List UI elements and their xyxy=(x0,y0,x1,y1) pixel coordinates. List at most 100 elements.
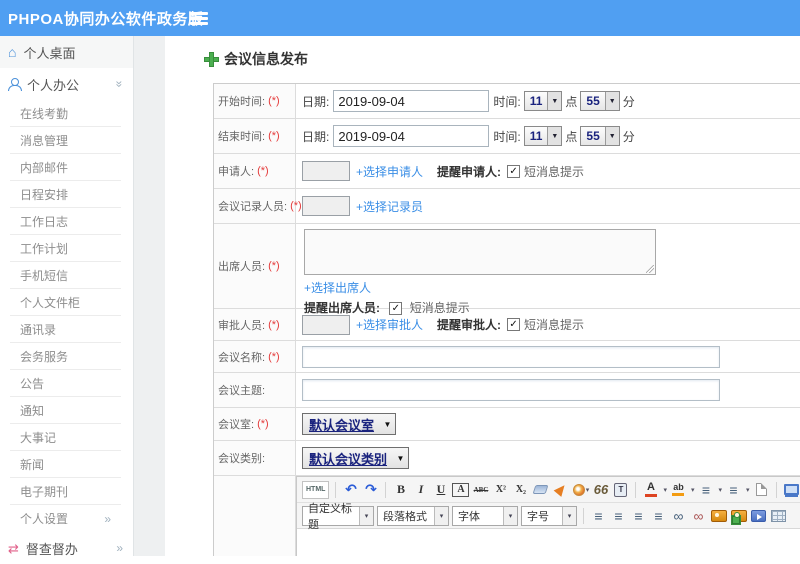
sidebar-item-schedule[interactable]: 日程安排 xyxy=(0,181,133,208)
sidebar-item-personal-settings[interactable]: 个人设置 » xyxy=(0,505,133,532)
form-row-approver: 审批人员: (*) +选择审批人 提醒审批人: ✓ 短消息提示 xyxy=(214,309,800,341)
hamburger-menu-icon[interactable] xyxy=(190,12,208,15)
meeting-name-input[interactable] xyxy=(302,345,720,368)
field-label: 结束时间: (*) xyxy=(214,119,296,153)
image-add-icon xyxy=(730,509,747,524)
editor-content-area[interactable] xyxy=(297,529,800,556)
meeting-subject-input[interactable] xyxy=(302,379,720,401)
palette-icon xyxy=(572,483,585,496)
main-content: 会议信息发布 开始时间:(*) 日期: 时间: 11▼ 点 55▼ 分 结束时间… xyxy=(165,36,800,556)
insert-link-button[interactable]: ∞ xyxy=(670,507,687,525)
select-approver-link[interactable]: +选择审批人 xyxy=(356,316,423,333)
custom-title-select[interactable]: 自定义标题 ▾ xyxy=(302,503,374,531)
ordered-list-button[interactable]: ≡ xyxy=(697,481,714,499)
sidebar-item-label: 督查督办 xyxy=(25,541,78,557)
media-icon xyxy=(751,509,766,522)
caret-down-icon: ▼ xyxy=(383,419,392,429)
color-palette-button[interactable]: ▾ xyxy=(572,481,589,499)
start-hour-select[interactable]: 11 ▼ xyxy=(523,91,563,111)
end-hour-select[interactable]: 11 ▼ xyxy=(523,126,563,146)
paragraph-format-select[interactable]: 段落格式 ▾ xyxy=(377,505,449,526)
bold-button[interactable]: B xyxy=(392,481,409,499)
sidebar-item-notice[interactable]: 通知 xyxy=(0,397,133,424)
sidebar-item-work-plan[interactable]: 工作计划 xyxy=(0,235,133,262)
select-applicant-link[interactable]: +选择申请人 xyxy=(356,163,423,180)
sidebar-item-e-journal[interactable]: 电子期刊 xyxy=(0,478,133,505)
undo-button[interactable]: ↶ xyxy=(342,481,359,499)
sidebar-item-desktop[interactable]: ⌂ 个人桌面 xyxy=(0,36,133,68)
sidebar-item-internal-mail[interactable]: 内部邮件 xyxy=(0,154,133,181)
superscript-button[interactable]: X² xyxy=(492,481,509,499)
start-date-input[interactable] xyxy=(333,90,490,112)
sidebar-item-supervision[interactable]: ⇄ 督查督办 » xyxy=(0,532,133,564)
select-recorder-link[interactable]: +选择记录员 xyxy=(356,198,423,215)
upload-image-button[interactable] xyxy=(730,507,747,525)
sidebar-item-news[interactable]: 新闻 xyxy=(0,451,133,478)
time-label: 时间: xyxy=(493,94,521,109)
sms-label: 短消息提示 xyxy=(524,318,585,332)
resize-grip-icon[interactable] xyxy=(646,265,654,273)
sidebar-item-memorabilia[interactable]: 大事记 xyxy=(0,424,133,451)
recorder-input[interactable] xyxy=(302,196,350,216)
sms-checkbox[interactable]: ✓ xyxy=(507,318,521,331)
insert-image-button[interactable] xyxy=(710,507,727,525)
format-painter-button[interactable] xyxy=(552,481,569,499)
font-size-select[interactable]: 字号 ▾ xyxy=(521,505,577,526)
remove-link-button[interactable]: ∞ xyxy=(690,507,707,525)
highlight-color-button[interactable]: ab xyxy=(670,481,687,499)
rich-text-editor: HTML ↶ ↷ B I U A ABC X² X₂ ▾ 66 T A ▾ ab… xyxy=(296,476,800,556)
start-minute-select[interactable]: 55 ▼ xyxy=(580,91,620,111)
italic-button[interactable]: I xyxy=(412,481,429,499)
caret-down-icon: ▼ xyxy=(547,127,562,145)
align-left-button[interactable]: ≡ xyxy=(590,507,607,525)
unordered-list-button[interactable]: ≡ xyxy=(725,481,742,499)
align-right-button[interactable]: ≡ xyxy=(630,507,647,525)
font-family-select[interactable]: 字体 ▾ xyxy=(452,505,518,526)
meeting-type-select[interactable]: 默认会议类别 ▼ xyxy=(302,447,410,469)
blockquote-button[interactable]: 66 xyxy=(592,481,609,499)
attendees-textarea[interactable] xyxy=(304,229,656,275)
sms-label: 短消息提示 xyxy=(524,164,585,179)
sidebar-item-mobile-sms[interactable]: 手机短信 xyxy=(0,262,133,289)
sidebar-item-personal-office[interactable]: 个人办公 » xyxy=(0,68,133,100)
align-justify-button[interactable]: ≡ xyxy=(650,507,667,525)
remove-format-button[interactable] xyxy=(532,481,549,499)
insert-table-button[interactable] xyxy=(770,507,787,525)
field-content xyxy=(296,373,800,407)
fullscreen-button[interactable] xyxy=(783,481,800,499)
sms-checkbox[interactable]: ✓ xyxy=(507,164,521,178)
align-center-button[interactable]: ≡ xyxy=(610,507,627,525)
strikethrough-button[interactable]: ABC xyxy=(472,481,489,499)
sidebar-item-meeting-service[interactable]: 会务服务 xyxy=(0,343,133,370)
html-source-button[interactable]: HTML xyxy=(302,480,330,499)
page-title-text: 会议信息发布 xyxy=(224,51,308,67)
sidebar-item-contacts[interactable]: 通讯录 xyxy=(0,316,133,343)
end-minute-select[interactable]: 55 ▼ xyxy=(580,126,620,146)
subscript-button[interactable]: X₂ xyxy=(512,481,529,499)
sidebar-item-label: 新闻 xyxy=(20,458,45,472)
font-color-button[interactable]: A xyxy=(642,481,659,499)
field-content: +选择记录员 xyxy=(296,189,800,223)
underline-button[interactable]: U xyxy=(432,481,449,499)
hour-unit: 点 xyxy=(565,94,578,109)
sidebar-item-message-management[interactable]: 消息管理 xyxy=(0,127,133,154)
sidebar-item-online-attendance[interactable]: 在线考勤 xyxy=(0,100,133,127)
select-attendees-link[interactable]: +选择出席人 xyxy=(304,281,371,295)
font-style-button[interactable]: A xyxy=(452,482,470,497)
sidebar-item-label: 日程安排 xyxy=(20,188,69,202)
sidebar-item-personal-files[interactable]: 个人文件柜 xyxy=(0,289,133,316)
app-header: PHPOA协同办公软件政务版 xyxy=(0,0,800,36)
applicant-input[interactable] xyxy=(302,161,350,181)
field-content: 日期: 时间: 11▼ 点 55▼ 分 xyxy=(296,119,800,153)
paste-as-text-button[interactable]: T xyxy=(612,481,629,499)
insert-media-button[interactable] xyxy=(750,507,767,525)
sidebar-item-label: 工作日志 xyxy=(20,215,69,229)
meeting-room-select[interactable]: 默认会议室 ▼ xyxy=(302,413,397,435)
redo-button[interactable]: ↷ xyxy=(362,481,379,499)
sidebar-item-label: 会务服务 xyxy=(20,350,69,364)
approver-input[interactable] xyxy=(302,314,350,335)
sidebar-item-work-log[interactable]: 工作日志 xyxy=(0,208,133,235)
end-date-input[interactable] xyxy=(333,125,490,147)
new-page-button[interactable] xyxy=(753,481,770,499)
sidebar-item-announcement[interactable]: 公告 xyxy=(0,370,133,397)
